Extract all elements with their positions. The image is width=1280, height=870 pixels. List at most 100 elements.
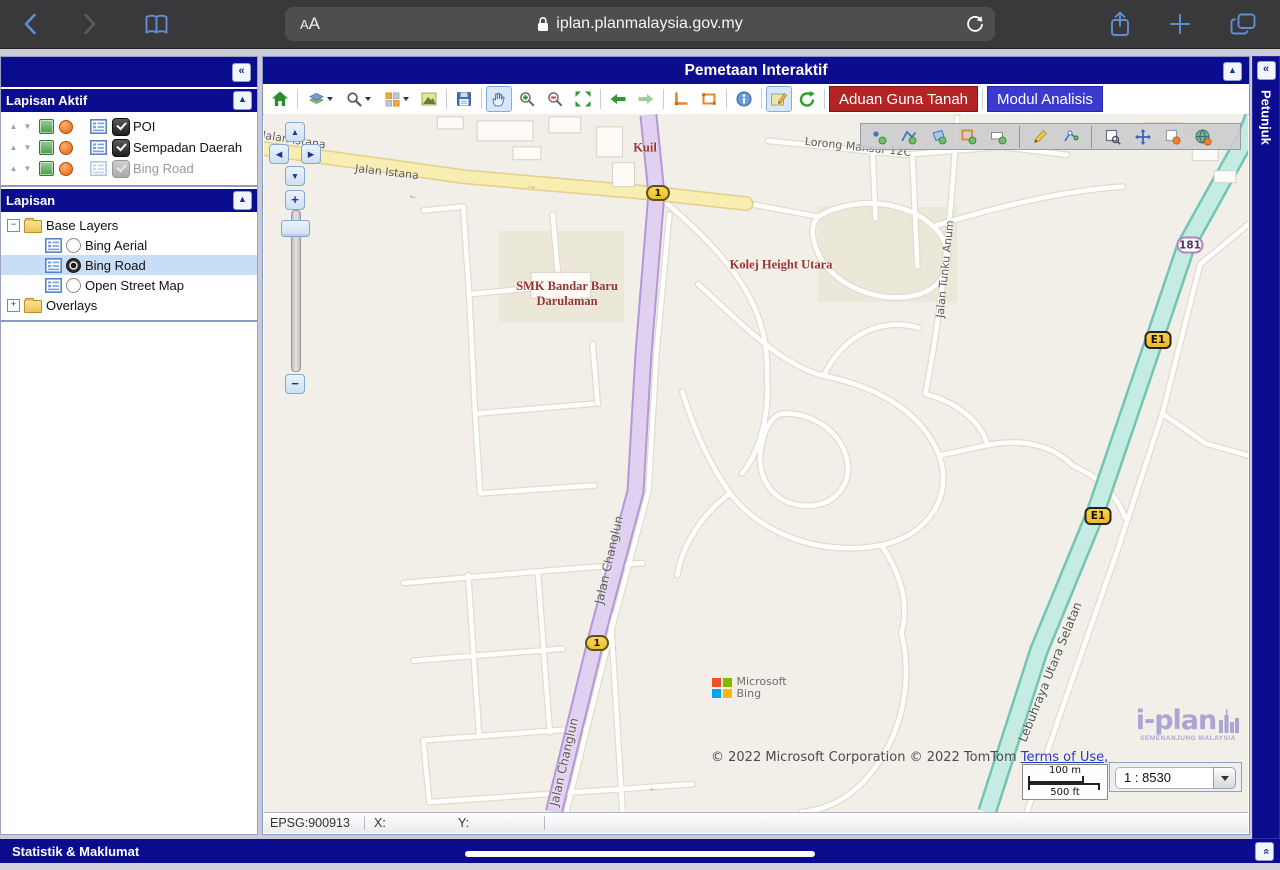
layer-settings-icon[interactable] [39,161,54,176]
reader-mode-button[interactable]: AAAA [300,14,320,34]
clear-all-button[interactable] [1191,126,1214,148]
measure-length-button[interactable] [668,86,694,112]
tabs-button[interactable] [1229,10,1257,38]
reload-button[interactable] [965,14,985,34]
overview-map-button[interactable] [416,86,442,112]
home-icon [271,90,289,108]
scale-dropdown-button[interactable] [1213,767,1236,789]
zoom-out-tool-button[interactable] [542,86,568,112]
scale-bar: 100 m 500 ft [1022,764,1108,800]
legend-icon[interactable] [90,161,107,176]
panel-collapse-button[interactable]: ▲ [233,91,252,110]
pan-right-button[interactable]: ▶ [301,144,321,164]
legend-icon[interactable] [45,278,62,293]
petunjuk-tab-label[interactable]: Petunjuk [1259,90,1274,145]
layer-settings-icon[interactable] [39,140,54,155]
base-layer-menu-button[interactable] [302,86,338,112]
petunjuk-collapsed-panel[interactable]: « Petunjuk [1252,56,1280,839]
tree-item-open-street-map[interactable]: Open Street Map [1,275,257,295]
map-toolbar: Aduan Guna Tanah Modul Analisis [263,84,1249,115]
modul-analisis-button[interactable]: Modul Analisis [987,86,1103,112]
panel-collapse-button[interactable]: ▲ [233,191,252,210]
draw-point-button[interactable] [867,126,890,148]
move-down-icon[interactable]: ▼ [22,122,33,131]
terms-of-use-link[interactable]: Terms of Use, [1021,750,1109,765]
previous-arrow-icon [609,90,627,108]
aduan-guna-tanah-button[interactable]: Aduan Guna Tanah [829,86,978,112]
move-up-icon[interactable]: ▲ [8,164,19,173]
remove-layer-icon[interactable] [59,162,73,176]
select-feature-button[interactable] [1101,126,1124,148]
layer-radio[interactable] [66,258,81,273]
previous-extent-button[interactable] [605,86,631,112]
modify-feature-button[interactable] [1059,126,1082,148]
next-extent-button[interactable] [633,86,659,112]
export-map-button[interactable] [451,86,477,112]
home-extent-button[interactable] [267,86,293,112]
expand-node-icon[interactable]: + [7,299,20,312]
book-icon [144,14,169,35]
move-down-icon[interactable]: ▼ [22,164,33,173]
home-indicator[interactable] [465,851,815,857]
draw-rectangle-button[interactable] [957,126,980,148]
legend-icon[interactable] [90,140,107,155]
status-separator [544,816,545,830]
map-collapse-button[interactable]: ▲ [1223,62,1242,81]
remove-layer-icon[interactable] [59,120,73,134]
zoom-in-button[interactable]: + [285,190,305,210]
scale-value-input[interactable]: 1 : 8530 [1115,767,1220,789]
legend-icon[interactable] [45,238,62,253]
tree-item-bing-road[interactable]: Bing Road [1,255,257,275]
remove-layer-icon[interactable] [59,141,73,155]
zoom-menu-button[interactable] [340,86,376,112]
zoom-in-tool-button[interactable] [514,86,540,112]
new-tab-button[interactable] [1166,10,1194,38]
draw-polygon-button[interactable] [927,126,950,148]
grid-menu-button[interactable] [378,86,414,112]
redline-tool-button[interactable] [766,86,792,112]
layer-checkbox[interactable] [112,160,130,178]
edit-feature-button[interactable] [1029,126,1052,148]
sidebar-collapse-button[interactable]: « [232,63,251,82]
pan-up-button[interactable]: ▲ [285,122,305,142]
move-up-icon[interactable]: ▲ [8,122,19,131]
pan-left-button[interactable]: ◀ [269,144,289,164]
legend-icon[interactable] [90,119,107,134]
layer-radio[interactable] [66,278,81,293]
collapse-node-icon[interactable]: − [7,219,20,232]
grid-icon [384,91,401,108]
zoom-slider-handle[interactable] [281,220,310,237]
legend-icon[interactable] [45,258,62,273]
move-down-icon[interactable]: ▼ [22,143,33,152]
move-feature-button[interactable] [1131,126,1154,148]
forward-button[interactable] [76,10,104,38]
draw-line-button[interactable] [897,126,920,148]
move-up-icon[interactable]: ▲ [8,143,19,152]
pan-down-button[interactable]: ▼ [285,166,305,186]
full-extent-button[interactable] [570,86,596,112]
layer-settings-icon[interactable] [39,119,54,134]
select-box-icon [1104,128,1122,146]
delete-feature-button[interactable] [1161,126,1184,148]
identify-button[interactable] [731,86,757,112]
layer-checkbox[interactable] [112,139,130,157]
url-bar[interactable]: AAAA iplan.planmalaysia.gov.my [285,7,995,41]
measure-area-button[interactable] [696,86,722,112]
pan-tool-button[interactable] [486,86,512,112]
share-button[interactable] [1106,10,1134,38]
dropdown-caret-icon [327,97,333,101]
layer-label: Bing Road [85,258,146,273]
statistik-label: Statistik & Maklumat [12,844,139,859]
map-canvas[interactable]: Kuil Jalan Istana Jalan Istana Kolej Hei… [264,114,1248,813]
back-button[interactable] [16,10,44,38]
tree-item-bing-aerial[interactable]: Bing Aerial [1,235,257,255]
petunjuk-expand-button[interactable]: « [1257,61,1276,80]
zoom-out-button[interactable]: − [285,374,305,394]
layer-checkbox[interactable] [112,118,130,136]
statistik-expand-button[interactable]: « [1255,842,1274,861]
statistik-collapsed-panel[interactable]: Statistik & Maklumat « [0,839,1280,863]
refresh-map-button[interactable] [794,86,820,112]
draw-label-button[interactable] [987,126,1010,148]
layer-radio[interactable] [66,238,81,253]
bookmarks-button[interactable] [142,10,170,38]
